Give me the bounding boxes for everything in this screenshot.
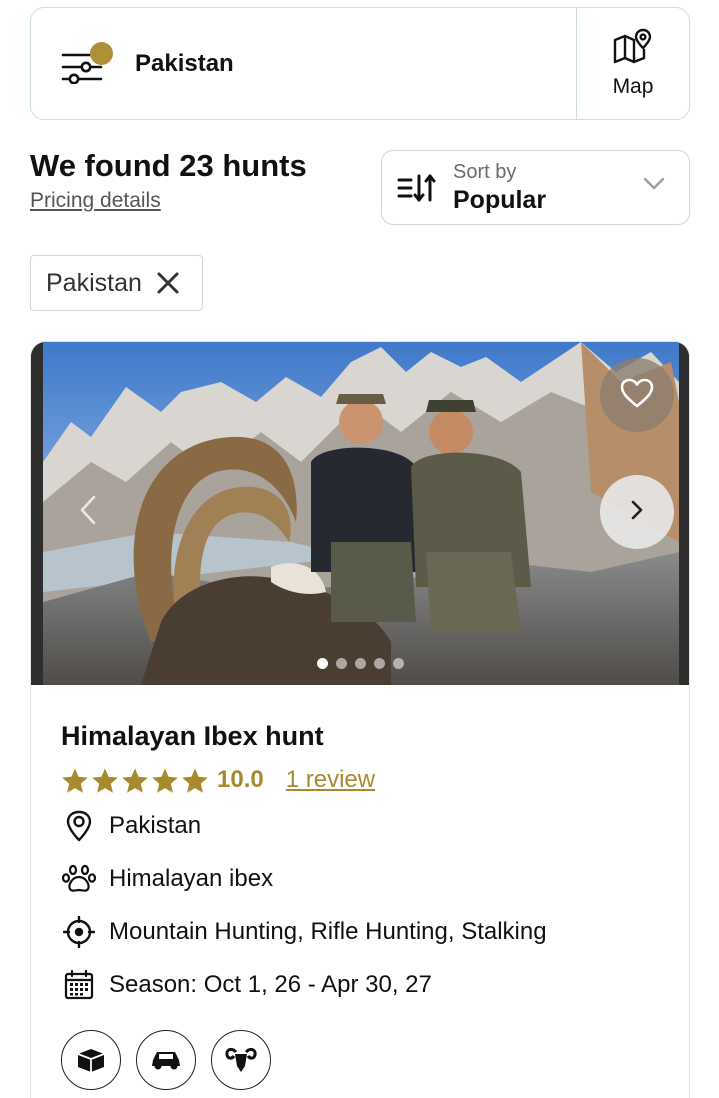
location-pin-icon	[61, 808, 97, 844]
chevron-left-icon	[78, 494, 98, 531]
heart-icon	[620, 378, 654, 413]
chevron-down-icon	[643, 177, 665, 196]
filter-sliders-icon	[61, 41, 113, 84]
star-icon	[152, 767, 178, 793]
season-text: Season: Oct 1, 26 - Apr 30, 27	[109, 970, 432, 998]
sort-dropdown[interactable]: Sort by Popular	[381, 150, 690, 225]
star-icon	[182, 767, 208, 793]
star-icon	[122, 767, 148, 793]
sort-caption: Sort by	[453, 160, 517, 183]
active-filter-indicator	[90, 41, 113, 65]
results-count-title: We found 23 hunts	[30, 148, 307, 183]
filter-bar: Pakistan Map	[30, 7, 690, 120]
gallery-next-button[interactable]	[600, 475, 674, 549]
methods-text: Mountain Hunting, Rifle Hunting, Stalkin…	[109, 917, 547, 945]
rating-stars	[61, 767, 209, 794]
filter-chip-pakistan: Pakistan	[30, 255, 203, 311]
hunt-card[interactable]: Himalayan Ibex hunt 10.0 1 review Pakist…	[30, 341, 690, 1098]
gallery-prev-button[interactable]	[51, 475, 125, 549]
page: Pakistan Map We found 23 hunts Pricing d…	[0, 0, 719, 1098]
hunt-title[interactable]: Himalayan Ibex hunt	[61, 721, 689, 752]
season-row: Season: Oct 1, 26 - Apr 30, 27	[61, 965, 689, 1004]
pricing-details-link[interactable]: Pricing details	[30, 189, 161, 213]
rating-row: 10.0 1 review	[61, 766, 689, 794]
reviews-link[interactable]: 1 review	[286, 766, 375, 794]
gallery-dot[interactable]	[317, 658, 328, 669]
paw-icon	[61, 861, 97, 897]
crosshair-icon	[61, 914, 97, 950]
location-row: Pakistan	[61, 806, 689, 845]
box-icon	[61, 1030, 121, 1090]
gallery-dot[interactable]	[374, 658, 385, 669]
filter-chip-label: Pakistan	[46, 268, 142, 297]
sort-icon	[397, 170, 441, 206]
filter-location-label: Pakistan	[135, 49, 234, 77]
rating-value: 10.0	[217, 766, 264, 793]
calendar-icon	[61, 967, 97, 1003]
filters-button[interactable]: Pakistan	[31, 8, 576, 119]
map-icon	[612, 28, 654, 71]
favorite-button[interactable]	[600, 358, 674, 432]
ram-icon	[211, 1030, 271, 1090]
gallery-dot[interactable]	[355, 658, 366, 669]
gallery-dot[interactable]	[393, 658, 404, 669]
location-text: Pakistan	[109, 811, 202, 839]
star-icon	[92, 767, 118, 793]
species-row: Himalayan ibex	[61, 859, 689, 898]
map-label: Map	[612, 75, 654, 98]
methods-row: Mountain Hunting, Rifle Hunting, Stalkin…	[61, 912, 689, 951]
species-text: Himalayan ibex	[109, 864, 274, 892]
included-features	[61, 1030, 689, 1090]
star-icon	[62, 767, 88, 793]
hunt-photo-image	[31, 342, 689, 685]
map-button[interactable]: Map	[576, 8, 689, 119]
car-icon	[136, 1030, 196, 1090]
gallery-dot[interactable]	[336, 658, 347, 669]
hunt-photo[interactable]	[31, 342, 689, 685]
sort-value: Popular	[453, 185, 547, 214]
gallery-pagination	[317, 658, 404, 669]
chevron-right-icon	[630, 499, 644, 526]
close-icon[interactable]	[156, 271, 180, 295]
